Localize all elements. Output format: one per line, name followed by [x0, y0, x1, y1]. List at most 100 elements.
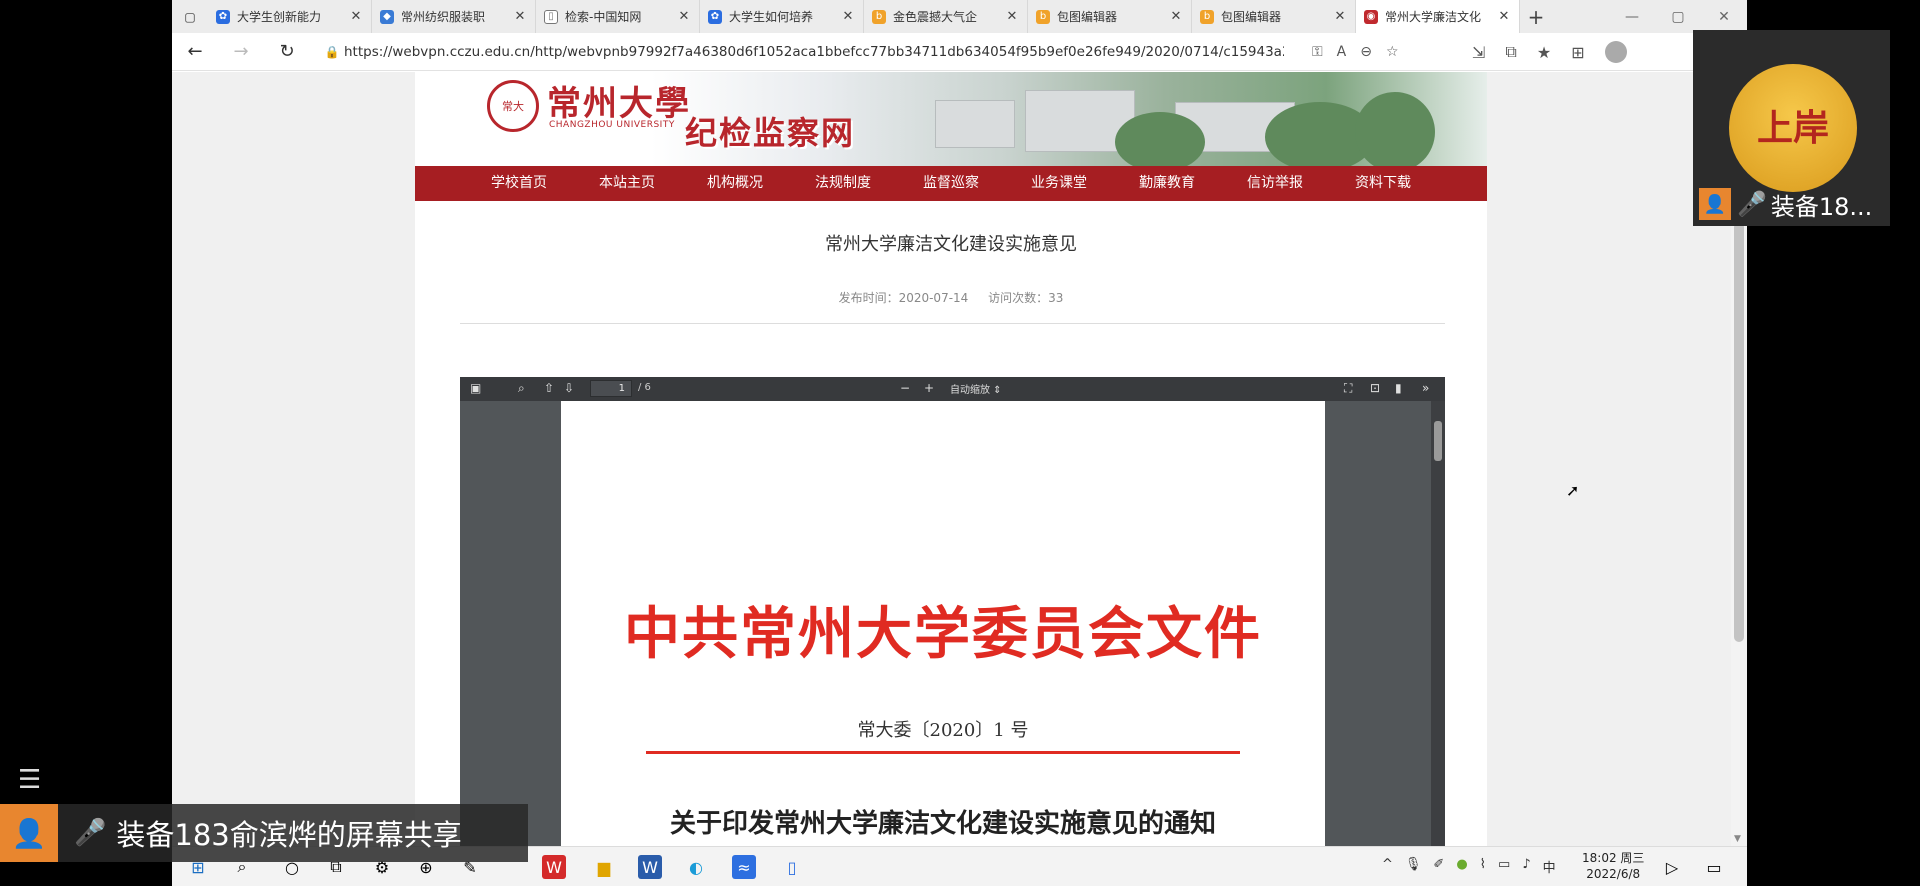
pdf-viewer: ▣ ⌕ ⇧ ⇩ 1 / 6 − + 自动缩放 ⇕ ⛶ ⊡ ▮ » 中共常州大学委…: [460, 377, 1445, 846]
article-title: 常州大学廉洁文化建设实施意见: [825, 234, 1077, 255]
banner-tree: [1115, 112, 1205, 166]
collections-icon[interactable]: ⊞: [1571, 43, 1584, 62]
close-tab-icon[interactable]: ✕: [1169, 9, 1183, 24]
tab-5[interactable]: b 包图编辑器 ✕: [1028, 0, 1192, 33]
tab-3[interactable]: ✿ 大学生如何培养 ✕: [700, 0, 864, 33]
maximize-icon[interactable]: ▢: [1655, 0, 1701, 33]
zoom-in-icon[interactable]: +: [924, 381, 934, 395]
ime-indicator[interactable]: 中: [1543, 857, 1556, 876]
volume-icon[interactable]: ♪: [1522, 857, 1530, 876]
clock-time: 18:02 周三: [1582, 851, 1645, 865]
bookmark-icon[interactable]: ▮: [1395, 381, 1402, 395]
university-name-en: CHANGZHOU UNIVERSITY: [549, 120, 675, 130]
menu-item-download[interactable]: 资料下载: [1329, 166, 1437, 201]
tab-0[interactable]: ✿ 大学生创新能力 ✕: [208, 0, 372, 33]
zoom-out-icon[interactable]: −: [900, 381, 910, 395]
tab-favicon-icon: ◆: [380, 9, 394, 24]
tab-1[interactable]: ◆ 常州纺织服装职 ✕: [372, 0, 536, 33]
lock-icon[interactable]: 🔒: [320, 45, 344, 59]
tab-6[interactable]: b 包图编辑器 ✕: [1192, 0, 1356, 33]
file-explorer-icon[interactable]: ▆: [592, 855, 616, 879]
tab-title: 常州纺织服装职: [401, 10, 486, 24]
participant-avatar: 上岸: [1729, 64, 1857, 192]
sidebar-toggle-icon[interactable]: ▣: [470, 381, 481, 395]
close-tab-icon[interactable]: ✕: [1005, 9, 1019, 24]
close-tab-icon[interactable]: ✕: [841, 9, 855, 24]
profile-avatar[interactable]: [1604, 41, 1627, 63]
participant-video[interactable]: 上岸 👤 🎤 装备18...: [1693, 30, 1890, 226]
close-tab-icon[interactable]: ✕: [513, 9, 527, 24]
close-tab-icon[interactable]: ✕: [677, 9, 691, 24]
read-aloud-icon[interactable]: A: [1337, 44, 1347, 60]
pdf-scrollbar[interactable]: [1431, 401, 1445, 846]
tray-expand-icon[interactable]: ^: [1382, 857, 1393, 876]
app-tray-icon[interactable]: ●: [1456, 857, 1467, 876]
search-icon[interactable]: ⌕: [518, 381, 525, 396]
refresh-icon[interactable]: ↻: [264, 41, 310, 62]
url-text[interactable]: https://webvpn.cczu.edu.cn/http/webvpnb9…: [344, 44, 1284, 60]
menu-item-inspection[interactable]: 监督巡察: [897, 166, 1005, 201]
page-number-input[interactable]: 1: [590, 380, 632, 397]
article-meta: 发布时间：2020-07-14 访问次数：33: [415, 289, 1487, 306]
system-clock[interactable]: 18:02 周三 2022/6/8: [1582, 850, 1644, 882]
list-menu-icon[interactable]: ☰: [18, 767, 41, 793]
tab-favicon-icon: ▯: [544, 9, 558, 24]
zoom-icon[interactable]: ⊖: [1360, 44, 1372, 60]
menu-item-regulations[interactable]: 法规制度: [789, 166, 897, 201]
minimize-icon[interactable]: —: [1609, 0, 1655, 33]
new-tab-button[interactable]: +: [1520, 5, 1552, 29]
menu-item-report[interactable]: 信访举报: [1221, 166, 1329, 201]
menu-item-education[interactable]: 勤廉教育: [1113, 166, 1221, 201]
close-window-icon[interactable]: ✕: [1701, 0, 1747, 33]
edge-icon[interactable]: ◐: [684, 855, 708, 879]
microphone-icon: 🎤: [1737, 190, 1767, 218]
main-menu: 学校首页 本站主页 机构概况 法规制度 监督巡察 业务课堂 勤廉教育 信访举报 …: [415, 166, 1487, 201]
puzzle-icon[interactable]: ⧉: [1505, 42, 1516, 62]
menu-item-classroom[interactable]: 业务课堂: [1005, 166, 1113, 201]
favorites-icon[interactable]: ★: [1537, 43, 1551, 62]
site-banner: 常大 常州大學 CHANGZHOU UNIVERSITY 纪检监察网: [415, 72, 1487, 166]
meeting-icon[interactable]: ≈: [732, 855, 756, 879]
zoom-select[interactable]: 自动缩放 ⇕: [950, 381, 1002, 396]
page-scroll-thumb[interactable]: [1734, 222, 1744, 642]
pdf-toolbar: ▣ ⌕ ⇧ ⇩ 1 / 6 − + 自动缩放 ⇕ ⛶ ⊡ ▮ »: [460, 377, 1445, 401]
wps-icon[interactable]: W: [542, 855, 566, 879]
favorite-add-icon[interactable]: ☆: [1386, 44, 1399, 60]
menu-item-overview[interactable]: 机构概况: [681, 166, 789, 201]
network-icon[interactable]: ⌇: [1480, 857, 1486, 876]
fullscreen-icon[interactable]: ⛶: [1344, 381, 1352, 396]
phone-app-icon[interactable]: ▯: [780, 855, 804, 879]
battery-icon[interactable]: ▭: [1498, 857, 1510, 876]
page-count: / 6: [638, 382, 651, 393]
tab-title: 包图编辑器: [1221, 10, 1282, 24]
menu-item-site-home[interactable]: 本站主页: [573, 166, 681, 201]
close-tab-icon[interactable]: ✕: [1497, 9, 1511, 24]
menu-item-home[interactable]: 学校首页: [465, 166, 573, 201]
extension-icon[interactable]: ⇲: [1472, 43, 1485, 62]
desktop-icon[interactable]: ▷: [1660, 855, 1684, 879]
back-icon[interactable]: ←: [172, 41, 218, 62]
pen-icon[interactable]: ✐: [1433, 857, 1444, 876]
forward-icon[interactable]: →: [218, 41, 264, 62]
close-tab-icon[interactable]: ✕: [349, 9, 363, 24]
close-tab-icon[interactable]: ✕: [1333, 9, 1347, 24]
tools-icon[interactable]: »: [1422, 381, 1429, 395]
tab-7-active[interactable]: ◉ 常州大学廉洁文化 ✕: [1356, 0, 1520, 33]
tab-favicon-icon: ✿: [708, 9, 722, 24]
open-file-icon[interactable]: ⊡: [1370, 381, 1380, 395]
document-header: 中共常州大学委员会文件: [624, 601, 1262, 667]
url-field[interactable]: 🔒 https://webvpn.cczu.edu.cn/http/webvpn…: [320, 37, 1400, 67]
tab-2[interactable]: ▯ 检索-中国知网 ✕: [536, 0, 700, 33]
word-icon[interactable]: W: [638, 855, 662, 879]
page-up-icon[interactable]: ⇧: [544, 381, 554, 395]
notification-icon[interactable]: ▭: [1702, 855, 1726, 879]
system-tray: ^ 🎙 ✐ ● ⌇ ▭ ♪ 中: [1382, 857, 1556, 876]
scroll-down-icon[interactable]: ▼: [1734, 834, 1741, 844]
pdf-scroll-thumb[interactable]: [1434, 421, 1442, 461]
key-icon[interactable]: ⚿: [1312, 44, 1323, 60]
tab-4[interactable]: b 金色震撼大气企 ✕: [864, 0, 1028, 33]
tab-actions-icon[interactable]: ▢: [172, 0, 208, 33]
page-down-icon[interactable]: ⇩: [564, 381, 574, 395]
tab-favicon-icon: ✿: [216, 9, 230, 24]
microphone-icon[interactable]: 🎙: [1405, 857, 1422, 876]
